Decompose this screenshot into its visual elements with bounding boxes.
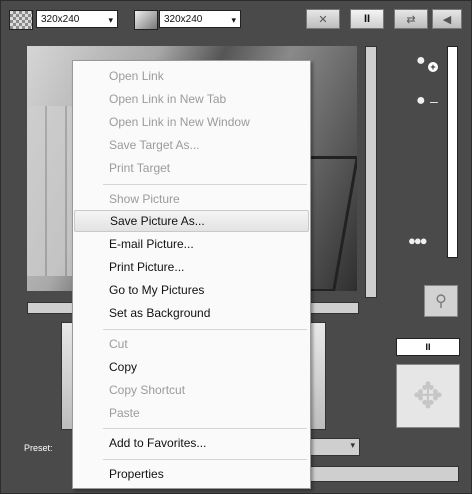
menu-separator — [103, 329, 307, 330]
resolution-select-2[interactable]: 320x240 ▾ — [159, 10, 241, 28]
context-menu: Open Link Open Link in New Tab Open Link… — [72, 60, 311, 489]
swap-button[interactable]: ⇄ — [394, 9, 428, 29]
fit-screen-button[interactable]: ✕ — [306, 9, 340, 29]
zoom-out-icon[interactable]: ● — [416, 92, 426, 110]
chevron-down-icon: ▾ — [108, 15, 113, 25]
resolution-select-1[interactable]: 320x240 ▾ — [36, 10, 118, 28]
menu-item-print-target[interactable]: Print Target — [74, 157, 309, 179]
bottom-status-bar — [300, 466, 459, 482]
video-vertical-bar[interactable] — [365, 46, 377, 298]
zoom-slider[interactable] — [447, 46, 458, 258]
zoom-level-icon[interactable]: ●●● — [408, 233, 428, 248]
menu-item-paste[interactable]: Paste — [74, 402, 309, 424]
menu-item-print-picture[interactable]: Print Picture... — [74, 256, 309, 278]
move-arrows-icon: ✥ — [412, 375, 444, 416]
menu-item-copy-shortcut[interactable]: Copy Shortcut — [74, 379, 309, 401]
menu-item-open-link-new-window[interactable]: Open Link in New Window — [74, 111, 309, 133]
volume-button[interactable]: ◀ — [432, 9, 462, 29]
plus-icon: + — [428, 62, 438, 72]
menu-separator — [103, 428, 307, 429]
menu-item-properties[interactable]: Properties — [74, 463, 309, 485]
minus-icon: – — [430, 93, 438, 109]
pause-icon: II — [363, 13, 371, 25]
ptz-pause-button[interactable]: II — [396, 338, 460, 356]
menu-separator — [103, 184, 307, 185]
menu-item-save-target-as[interactable]: Save Target As... — [74, 134, 309, 156]
snapshot-button[interactable]: ⚲ — [424, 285, 458, 317]
menu-item-save-picture-as[interactable]: Save Picture As... — [74, 210, 309, 232]
pause-icon: II — [425, 342, 431, 352]
menu-item-add-to-favorites[interactable]: Add to Favorites... — [74, 432, 309, 454]
menu-item-email-picture[interactable]: E-mail Picture... — [74, 233, 309, 255]
fit-screen-icon: ✕ — [318, 13, 328, 26]
picture-icon: ⚲ — [435, 293, 447, 310]
resolution-select-2-value: 320x240 — [164, 14, 203, 25]
resolution-gradient-icon[interactable] — [134, 10, 158, 30]
zoom-in-icon[interactable]: ● — [416, 52, 426, 70]
menu-item-cut[interactable]: Cut — [74, 333, 309, 355]
resolution-select-1-value: 320x240 — [41, 14, 80, 25]
menu-item-open-link[interactable]: Open Link — [74, 65, 309, 87]
chevron-down-icon: ▾ — [350, 440, 355, 450]
swap-icon: ⇄ — [406, 13, 416, 26]
ptz-control[interactable]: ✥ — [396, 364, 460, 428]
pause-button[interactable]: II — [350, 9, 384, 29]
volume-icon: ◀ — [442, 13, 452, 26]
chevron-down-icon: ▾ — [231, 15, 236, 25]
preset-label: Preset: — [24, 443, 53, 453]
menu-item-go-to-my-pictures[interactable]: Go to My Pictures — [74, 279, 309, 301]
menu-item-copy[interactable]: Copy — [74, 356, 309, 378]
menu-separator — [103, 459, 307, 460]
resolution-pattern-icon[interactable] — [9, 10, 33, 30]
menu-item-open-link-new-tab[interactable]: Open Link in New Tab — [74, 88, 309, 110]
menu-item-show-picture[interactable]: Show Picture — [74, 188, 309, 210]
menu-item-set-as-background[interactable]: Set as Background — [74, 302, 309, 324]
